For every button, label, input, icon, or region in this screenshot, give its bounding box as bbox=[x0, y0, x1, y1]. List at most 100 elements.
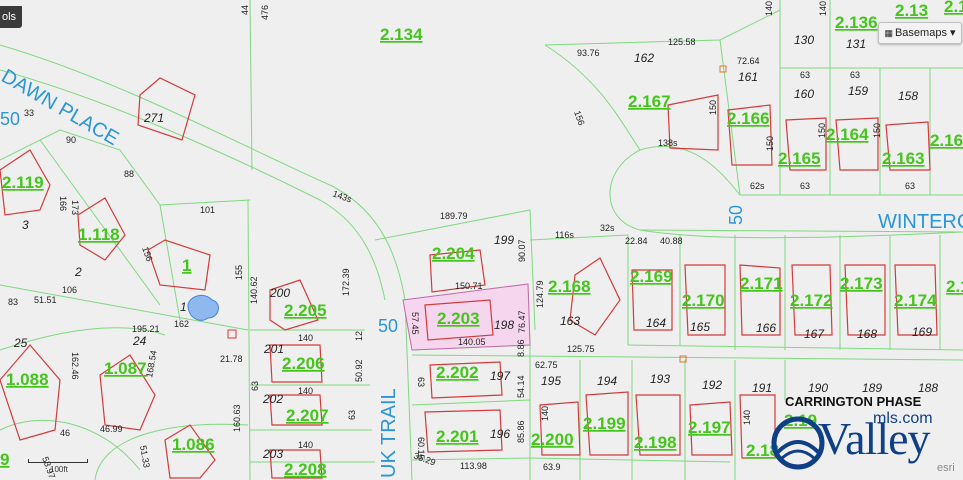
dimension: 62.75 bbox=[535, 360, 558, 370]
lot-number: 24 bbox=[132, 334, 147, 348]
parcel-id: 2.172 bbox=[790, 291, 833, 310]
dimension: 63 bbox=[800, 181, 810, 191]
lot-number: 195 bbox=[541, 374, 561, 388]
parcel-id: 2.204 bbox=[432, 244, 475, 263]
dimension: 62s bbox=[750, 181, 765, 191]
parcel-id: 2.203 bbox=[437, 309, 480, 328]
parcel-id: 2.198 bbox=[634, 433, 677, 452]
dimension: 476 bbox=[260, 5, 270, 20]
parcel-id: 2.197 bbox=[688, 418, 731, 437]
lot-number: 166 bbox=[756, 321, 776, 335]
parcel-id: 2.201 bbox=[436, 427, 479, 446]
dimension: 125.58 bbox=[668, 37, 696, 47]
dimension: 140 bbox=[742, 410, 752, 425]
lot-number: 271 bbox=[143, 111, 164, 125]
dimension: 140 bbox=[298, 386, 313, 396]
parcel-id: 2.208 bbox=[284, 460, 327, 479]
parcel-id: 2.164 bbox=[826, 125, 869, 144]
dimension: 63 bbox=[905, 181, 915, 191]
dimension: 54.14 bbox=[516, 375, 526, 398]
parcel-id: 2.1 bbox=[946, 277, 963, 296]
dimension: 101 bbox=[200, 205, 215, 215]
parcel-id: 1.088 bbox=[6, 370, 49, 389]
parcel-id: 2.13 bbox=[895, 1, 928, 20]
tools-button[interactable]: ols bbox=[0, 6, 23, 28]
dimension: 106 bbox=[62, 285, 77, 295]
dimension: 162.46 bbox=[70, 352, 80, 380]
lot-number: 203 bbox=[262, 447, 283, 461]
dimension: 51.51 bbox=[34, 295, 57, 305]
lot-number: 169 bbox=[912, 325, 932, 339]
lot-number: 167 bbox=[804, 327, 825, 341]
road-label: UK TRAIL bbox=[378, 388, 400, 478]
lot-number: 194 bbox=[597, 374, 617, 388]
parcel-id: 2.119 bbox=[2, 173, 44, 192]
dimension: 195.21 bbox=[132, 324, 160, 334]
dimension: 12 bbox=[354, 331, 364, 341]
lot-number: 193 bbox=[650, 372, 670, 386]
parcel-id: 9 bbox=[0, 450, 9, 469]
dimension: 8.86 bbox=[516, 339, 526, 357]
lot-number: 201 bbox=[263, 342, 284, 356]
tools-label: ols bbox=[2, 11, 17, 23]
basemaps-button[interactable]: ▦ Basemaps ▾ bbox=[878, 22, 962, 44]
parcel-id: 2.16 bbox=[930, 131, 963, 150]
dimension: 150 bbox=[817, 123, 827, 138]
lot-number: 161 bbox=[738, 70, 758, 84]
dimension: 85.86 bbox=[516, 420, 526, 443]
lot-number: 1 bbox=[180, 300, 187, 314]
subdivision-label: CARRINGTON PHASE bbox=[785, 394, 922, 409]
dimension: 166 bbox=[58, 196, 68, 211]
parcel-id: 2.134 bbox=[380, 25, 423, 44]
dimension: 150 bbox=[708, 100, 718, 115]
dimension: 63 bbox=[416, 377, 426, 387]
parcel-id: 2.170 bbox=[682, 291, 725, 310]
dimension: 138s bbox=[658, 138, 678, 148]
dimension: 63 bbox=[250, 381, 260, 391]
dimension: 140.05 bbox=[458, 337, 486, 347]
parcel-id: 1.087 bbox=[104, 359, 147, 378]
parcel-id: 2.167 bbox=[628, 92, 671, 111]
dimension: 172.39 bbox=[341, 268, 351, 296]
parcel-map[interactable]: DAWN PLACE WINTERC UK TRAIL 50 50 50 2.1… bbox=[0, 0, 963, 480]
basemaps-label: Basemaps ▾ bbox=[894, 27, 956, 39]
scale-line bbox=[28, 459, 88, 463]
lot-number: 162 bbox=[634, 51, 654, 65]
dimension: 76.47 bbox=[517, 310, 527, 333]
lot-number: 160 bbox=[794, 87, 814, 101]
dimension: 150 bbox=[872, 123, 882, 138]
dimension: 150 bbox=[765, 136, 775, 151]
dimension: 57.45 bbox=[410, 312, 420, 335]
parcel-id: 2.202 bbox=[436, 363, 479, 382]
dimension: 160.63 bbox=[232, 404, 242, 432]
lot-number: 164 bbox=[646, 316, 666, 330]
dimension: 88 bbox=[124, 169, 134, 179]
road-label: 50 bbox=[0, 109, 20, 129]
dimension: 116s bbox=[555, 230, 574, 240]
dimension: 124.79 bbox=[535, 280, 545, 308]
dimension: 140.62 bbox=[249, 276, 259, 304]
road-label: 50 bbox=[378, 316, 398, 336]
dimension: 46.99 bbox=[100, 424, 123, 434]
parcel-id: 2.207 bbox=[286, 406, 329, 425]
lot-number: 25 bbox=[13, 336, 28, 350]
dimension: 83 bbox=[8, 297, 18, 307]
dimension: 140 bbox=[764, 1, 774, 16]
dimension: 173 bbox=[70, 200, 80, 215]
lot-number: 2 bbox=[74, 265, 82, 279]
lot-number: 200 bbox=[269, 286, 290, 300]
parcel-id: 1.118 bbox=[78, 225, 120, 244]
dimension: 140 bbox=[298, 440, 313, 450]
lot-number: 3 bbox=[22, 218, 29, 232]
dimension: 72.64 bbox=[737, 56, 760, 66]
dimension: 46 bbox=[60, 428, 70, 438]
parcel-id: 2.171 bbox=[740, 274, 783, 293]
lot-number: 202 bbox=[262, 392, 283, 406]
lot-number: 196 bbox=[490, 427, 510, 441]
road-label: 50 bbox=[726, 205, 746, 225]
dimension: 33 bbox=[24, 108, 34, 118]
grid-icon: ▦ bbox=[884, 28, 893, 38]
parcel-id: 2.16 bbox=[944, 0, 963, 16]
scale-bar: 100ft bbox=[28, 455, 88, 474]
parcel-id: 2.200 bbox=[531, 430, 574, 449]
